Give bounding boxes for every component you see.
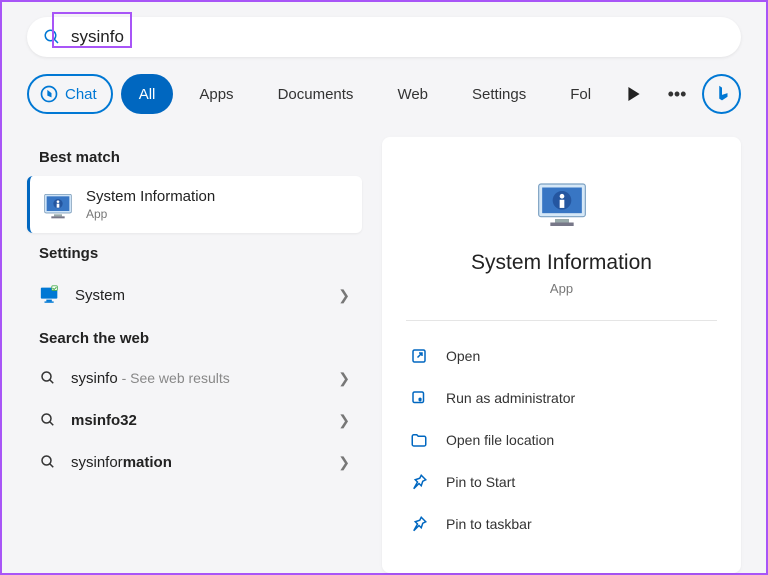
search-icon	[39, 369, 57, 387]
chevron-right-icon: ❯	[338, 412, 350, 429]
bing-icon	[711, 83, 733, 105]
web-result-label: sysinformation	[71, 454, 324, 471]
tab-documents[interactable]: Documents	[260, 74, 372, 114]
action-label: Run as administrator	[446, 390, 575, 406]
web-result-label: sysinfo - See web results	[71, 370, 324, 387]
best-match-result[interactable]: System Information App	[27, 176, 362, 233]
system-info-icon-large	[534, 177, 590, 233]
action-label: Open	[446, 348, 480, 364]
chevron-right-icon: ❯	[338, 370, 350, 387]
admin-icon	[410, 389, 428, 407]
tab-chat[interactable]: Chat	[27, 74, 113, 114]
web-result-sysinfo[interactable]: sysinfo - See web results ❯	[27, 357, 362, 399]
web-result-label: msinfo32	[71, 412, 324, 429]
scroll-right-button[interactable]	[617, 76, 652, 112]
best-match-title: System Information	[86, 188, 215, 205]
filter-tabs: Chat All Apps Documents Web Settings Fol…	[27, 74, 741, 114]
detail-type: App	[406, 281, 717, 296]
bing-button[interactable]	[702, 74, 741, 114]
settings-result-label: System	[75, 287, 324, 304]
tab-folders[interactable]: Fol	[552, 74, 609, 114]
tab-all[interactable]: All	[121, 74, 174, 114]
search-icon	[43, 28, 61, 46]
web-result-sysinformation[interactable]: sysinformation ❯	[27, 441, 362, 483]
section-settings: Settings	[39, 245, 362, 262]
ellipsis-icon: •••	[668, 84, 687, 105]
search-bar[interactable]	[27, 17, 741, 57]
folder-icon	[410, 431, 428, 449]
search-input[interactable]	[71, 27, 725, 47]
action-run-admin[interactable]: Run as administrator	[406, 377, 717, 419]
detail-panel: System Information App Open Run as admin…	[382, 137, 741, 573]
pin-icon	[410, 515, 428, 533]
action-label: Open file location	[446, 432, 554, 448]
settings-result-system[interactable]: System ❯	[27, 272, 362, 318]
search-icon	[39, 453, 57, 471]
action-open[interactable]: Open	[406, 335, 717, 377]
best-match-text: System Information App	[86, 188, 215, 221]
divider	[406, 320, 717, 321]
action-label: Pin to Start	[446, 474, 515, 490]
action-pin-taskbar[interactable]: Pin to taskbar	[406, 503, 717, 545]
tab-chat-label: Chat	[65, 86, 97, 103]
best-match-subtitle: App	[86, 207, 215, 221]
action-pin-start[interactable]: Pin to Start	[406, 461, 717, 503]
action-label: Pin to taskbar	[446, 516, 532, 532]
action-open-location[interactable]: Open file location	[406, 419, 717, 461]
chevron-right-icon: ❯	[338, 454, 350, 471]
tab-settings[interactable]: Settings	[454, 74, 544, 114]
more-button[interactable]: •••	[660, 76, 695, 112]
search-icon	[39, 411, 57, 429]
section-search-web: Search the web	[39, 330, 362, 347]
results-column: Best match System Information App Settin…	[27, 137, 362, 483]
bing-chat-icon	[39, 84, 59, 104]
tab-apps[interactable]: Apps	[181, 74, 251, 114]
open-icon	[410, 347, 428, 365]
detail-title: System Information	[406, 251, 717, 275]
web-result-msinfo32[interactable]: msinfo32 ❯	[27, 399, 362, 441]
system-info-icon	[42, 189, 74, 221]
chevron-right-icon: ❯	[338, 287, 350, 304]
pin-icon	[410, 473, 428, 491]
play-icon	[627, 87, 641, 101]
section-best-match: Best match	[39, 149, 362, 166]
system-setting-icon	[39, 284, 61, 306]
tab-web[interactable]: Web	[379, 74, 446, 114]
